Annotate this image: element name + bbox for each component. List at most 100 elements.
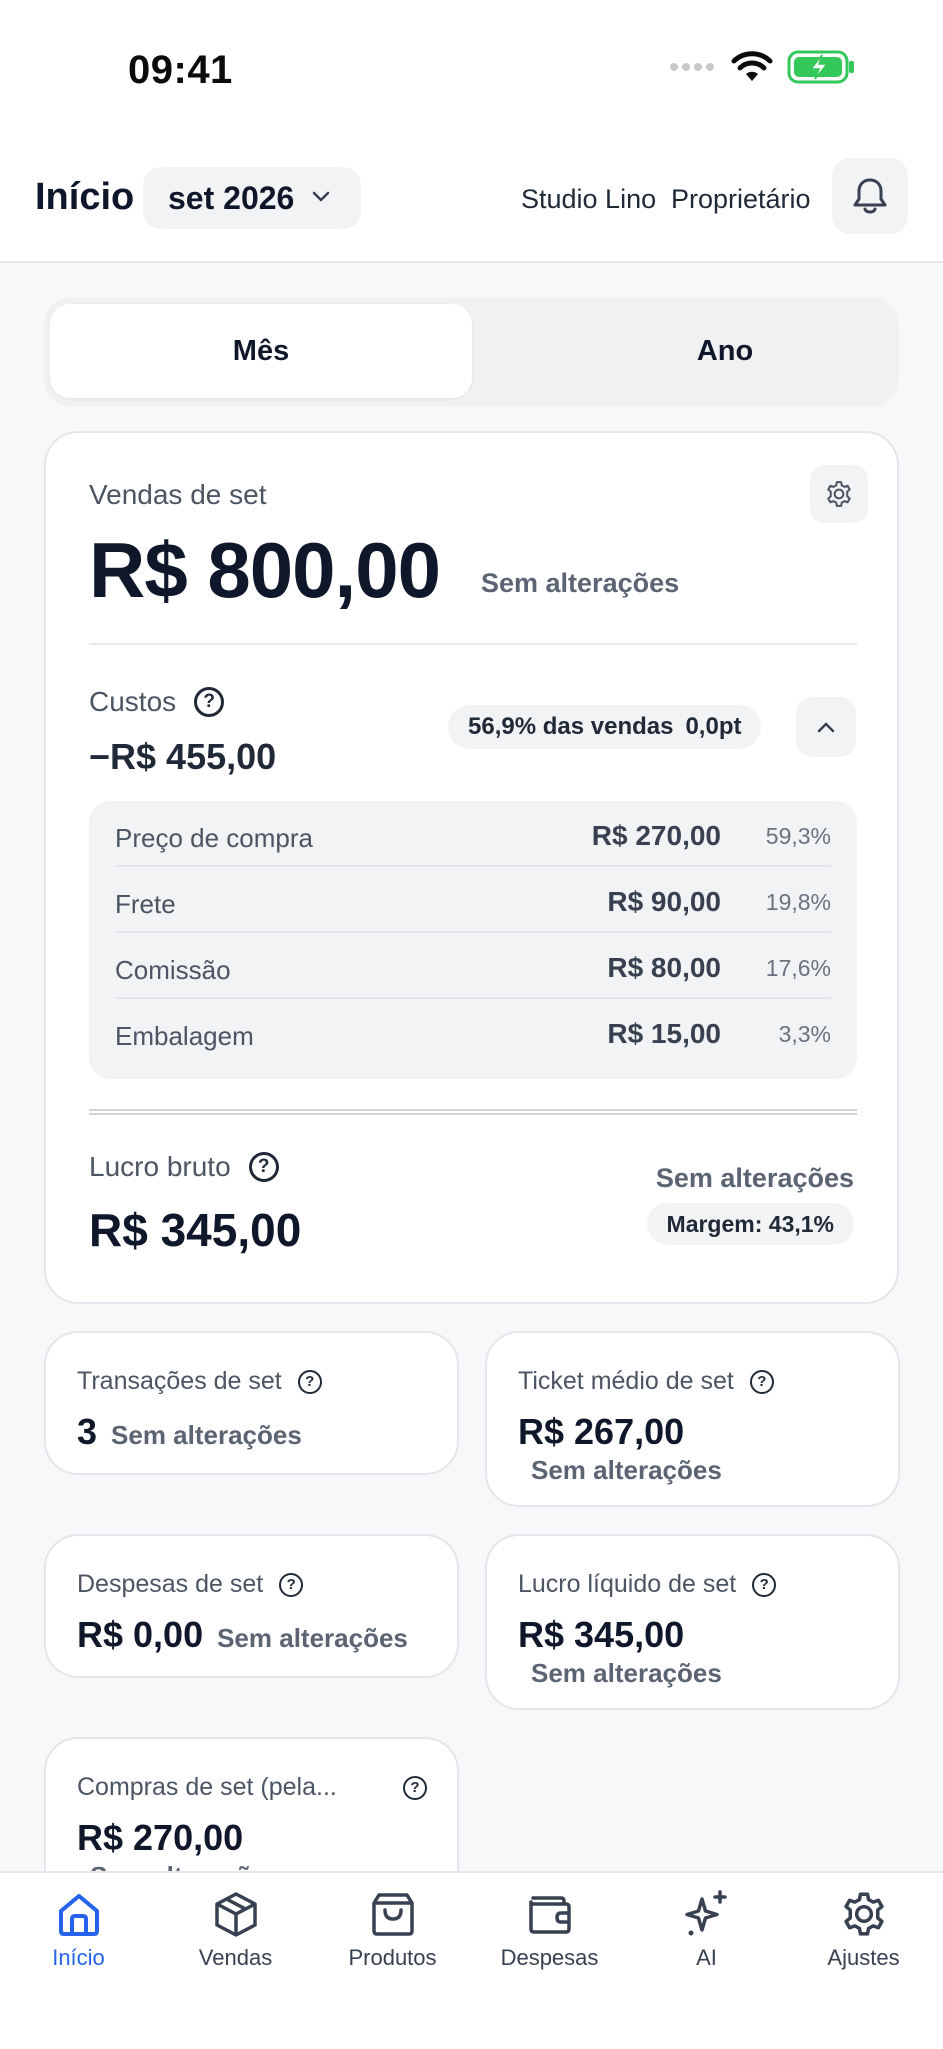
cost-name: Embalagem (115, 1021, 254, 1051)
cost-percent: 59,3% (765, 823, 831, 849)
transactions-label-row: Transações de set ? (77, 1367, 322, 1396)
chevron-up-icon (817, 722, 835, 733)
cost-amount: R$ 270,00 (591, 820, 721, 851)
gross-profit-change: Sem alterações (655, 1163, 854, 1193)
tab-produtos[interactable]: Produtos (314, 1889, 471, 1971)
transactions-value: 3 (77, 1411, 98, 1452)
expenses-card[interactable]: Despesas de set ? R$ 0,00 Sem alterações (44, 1534, 459, 1678)
sales-change: Sem alterações (481, 568, 680, 598)
page-title: Início (35, 176, 135, 218)
help-icon[interactable]: ? (403, 1775, 427, 1800)
purchases-value: R$ 270,00 (77, 1817, 244, 1858)
transactions-change: Sem alterações (111, 1420, 302, 1450)
expenses-value-row: R$ 0,00 Sem alterações (77, 1614, 408, 1656)
tab-year[interactable]: Ano (514, 304, 936, 398)
cellular-signal-icon (670, 63, 714, 71)
cost-amount: R$ 80,00 (607, 952, 721, 983)
tab-label: Despesas (500, 1945, 599, 1970)
expenses-value: R$ 0,00 (77, 1614, 204, 1655)
avg-ticket-label: Ticket médio de set (518, 1367, 734, 1395)
cost-row: Preço de compra R$ 270,00 59,3% (115, 801, 831, 867)
cost-name: Frete (115, 889, 176, 919)
cost-name: Preço de compra (115, 823, 313, 853)
tab-label: Vendas (198, 1945, 273, 1970)
help-icon[interactable]: ? (752, 1572, 777, 1597)
tab-label: Ajustes (827, 1945, 900, 1970)
card-settings-button[interactable] (810, 465, 868, 523)
margin-badge: Margem: 43,1% (646, 1203, 854, 1245)
cost-row: Frete R$ 90,00 19,8% (115, 867, 831, 933)
tab-despesas[interactable]: Despesas (471, 1889, 628, 1971)
gross-profit-label-row: Lucro bruto ? (89, 1151, 279, 1183)
transactions-card[interactable]: Transações de set ? 3 Sem alterações (44, 1331, 459, 1475)
cost-amount: R$ 90,00 (607, 886, 721, 917)
tab-ai[interactable]: AI (628, 1889, 785, 1971)
costs-percent-badge: 56,9% das vendas 0,0pt (448, 705, 762, 749)
avg-ticket-value: R$ 267,00 (518, 1411, 685, 1452)
cost-name: Comissão (115, 955, 231, 985)
status-time: 09:41 (128, 48, 233, 92)
net-profit-change: Sem alterações (531, 1658, 722, 1688)
chevron-down-icon (312, 191, 330, 202)
gear-icon (827, 481, 851, 507)
purchases-label: Compras de set (pela... (77, 1773, 337, 1801)
wifi-icon (731, 51, 773, 81)
shopping-bag-icon (371, 1893, 414, 1936)
help-icon[interactable]: ? (279, 1572, 304, 1597)
cost-percent: 19,8% (765, 889, 831, 915)
month-picker-label: set 2026 (168, 179, 295, 216)
avg-ticket-card[interactable]: Ticket médio de set ? R$ 267,00 Sem alte… (485, 1331, 900, 1507)
expenses-label-row: Despesas de set ? (77, 1570, 304, 1599)
period-segmented-control: Mês Ano (44, 298, 899, 406)
sales-label: Vendas de set (89, 479, 267, 510)
store-name: Studio Lino (521, 184, 657, 214)
user-role: Proprietário (671, 184, 811, 214)
cost-row: Embalagem R$ 15,00 3,3% (115, 999, 831, 1065)
double-divider (89, 1109, 857, 1115)
transactions-label: Transações de set (77, 1367, 282, 1395)
help-icon[interactable]: ? (194, 687, 225, 717)
help-icon[interactable]: ? (749, 1369, 774, 1394)
gross-profit-value: R$ 345,00 (89, 1204, 302, 1256)
cost-amount: R$ 15,00 (607, 1018, 721, 1049)
help-icon[interactable]: ? (297, 1369, 322, 1394)
bell-icon (853, 178, 887, 214)
costs-value: −R$ 455,00 (89, 736, 277, 777)
expenses-change: Sem alterações (217, 1623, 408, 1653)
help-icon[interactable]: ? (248, 1152, 279, 1182)
sales-value: R$ 800,00 (89, 526, 441, 614)
costs-percent: 56,9% das vendas (468, 713, 674, 740)
costs-breakdown: Preço de compra R$ 270,00 59,3% Frete R$… (89, 801, 857, 1079)
net-profit-label-row: Lucro líquido de set ? (518, 1570, 777, 1599)
tab-month[interactable]: Mês (50, 304, 472, 398)
cost-row: Comissão R$ 80,00 17,6% (115, 933, 831, 999)
sparkles-icon (684, 1890, 727, 1936)
tab-label: AI (696, 1945, 717, 1970)
tab-inicio[interactable]: Início (0, 1889, 157, 1971)
costs-label-row: Custos ? (89, 686, 225, 718)
avg-ticket-change: Sem alterações (531, 1455, 722, 1485)
bottom-tab-bar: Início Vendas Produtos Despesas AI Ajust… (0, 1871, 943, 2049)
net-profit-card[interactable]: Lucro líquido de set ? R$ 345,00 Sem alt… (485, 1534, 900, 1710)
transactions-value-row: 3 Sem alterações (77, 1411, 302, 1453)
notifications-button[interactable] (832, 158, 908, 234)
app-header: Início set 2026 Studio Lino Proprietário (0, 140, 943, 263)
battery-charging-icon (787, 50, 854, 84)
expenses-label: Despesas de set (77, 1570, 264, 1598)
tab-label: Início (52, 1945, 105, 1970)
settings-icon (843, 1892, 884, 1936)
cost-percent: 17,6% (765, 955, 831, 981)
month-picker[interactable]: set 2026 (143, 167, 361, 229)
home-icon (58, 1894, 99, 1936)
avg-ticket-label-row: Ticket médio de set ? (518, 1367, 774, 1396)
status-bar: 09:41 (0, 0, 943, 140)
status-icons (669, 50, 857, 84)
tab-ajustes[interactable]: Ajustes (785, 1889, 942, 1971)
net-profit-value: R$ 345,00 (518, 1614, 685, 1655)
gross-profit-label: Lucro bruto (89, 1151, 231, 1182)
costs-label: Custos (89, 686, 177, 717)
costs-delta: 0,0pt (685, 713, 742, 740)
collapse-costs-button[interactable] (796, 697, 856, 757)
tab-vendas[interactable]: Vendas (157, 1889, 314, 1971)
purchases-label-row: Compras de set (pela... ? (77, 1773, 427, 1802)
